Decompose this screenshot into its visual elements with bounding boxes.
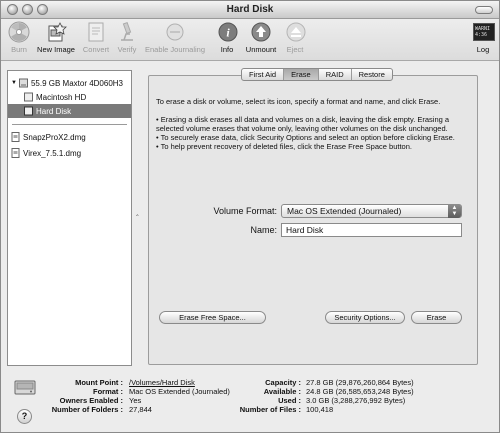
eject-icon bbox=[283, 21, 309, 43]
help-icon: ? bbox=[21, 411, 28, 421]
title-bar: Hard Disk bbox=[1, 1, 499, 19]
tab-raid[interactable]: RAID bbox=[319, 69, 352, 80]
window-title: Hard Disk bbox=[226, 4, 274, 15]
verify-button[interactable]: Verify bbox=[114, 21, 140, 54]
number-of-files-value: 100,418 bbox=[306, 405, 334, 414]
format-label: Format : bbox=[93, 387, 123, 396]
console-log-text: WARNI 4:36 bbox=[473, 23, 495, 41]
mount-point-label: Mount Point : bbox=[75, 378, 123, 387]
used-value: 3.0 GB (3,288,276,992 Bytes) bbox=[306, 396, 406, 405]
image-item-snapzprox2[interactable]: SnapzProX2.dmg bbox=[8, 130, 131, 144]
radiation-disc-icon bbox=[6, 21, 32, 43]
toolbar: Burn New Image Convert Verify Enable Jou… bbox=[1, 19, 499, 61]
volume-format-value: Mac OS Extended (Journaled) bbox=[287, 206, 402, 216]
format-value: Mac OS Extended (Journaled) bbox=[129, 387, 230, 396]
used-label: Used : bbox=[278, 396, 301, 405]
volume-name-field[interactable]: Hard Disk bbox=[281, 223, 462, 237]
burn-label: Burn bbox=[11, 45, 27, 54]
toolbar-toggle-button[interactable] bbox=[475, 6, 493, 14]
owners-enabled-label: Owners Enabled : bbox=[59, 396, 123, 405]
number-of-files-label: Number of Files : bbox=[239, 405, 301, 414]
help-button[interactable]: ? bbox=[17, 409, 32, 424]
instruction-item: • To help prevent recovery of deleted fi… bbox=[156, 142, 412, 151]
image-item-label: Virex_7.5.1.dmg bbox=[23, 148, 82, 158]
volume-item-macintosh-hd[interactable]: Macintosh HD bbox=[8, 90, 131, 104]
split-view-handle[interactable]: ‸ bbox=[136, 207, 139, 216]
image-item-label: SnapzProX2.dmg bbox=[23, 132, 86, 142]
unmount-button[interactable]: Unmount bbox=[243, 21, 279, 54]
erase-intro-text: To erase a disk or volume, select its ic… bbox=[156, 97, 441, 106]
volume-format-label: Volume Format: bbox=[213, 206, 277, 216]
erase-free-space-button[interactable]: Erase Free Space... bbox=[159, 311, 266, 324]
unmount-label: Unmount bbox=[245, 45, 277, 54]
tab-erase[interactable]: Erase bbox=[284, 69, 319, 80]
tab-bar: First Aid Erase RAID Restore bbox=[241, 68, 393, 81]
convert-button[interactable]: Convert bbox=[81, 21, 111, 54]
volume-item-label: Macintosh HD bbox=[36, 92, 87, 102]
available-value: 24.8 GB (26,585,653,248 Bytes) bbox=[306, 387, 414, 396]
mount-point-link[interactable]: /Volumes/Hard Disk bbox=[129, 378, 195, 387]
journaling-icon bbox=[162, 21, 188, 43]
convert-document-icon bbox=[83, 21, 109, 43]
unmount-icon bbox=[248, 21, 274, 43]
sidebar-divider bbox=[12, 124, 127, 125]
info-label: Info bbox=[220, 45, 234, 54]
erase-instructions: • Erasing a disk erases all data and vol… bbox=[156, 115, 471, 151]
number-of-folders-value: 27,844 bbox=[129, 405, 152, 414]
eject-button[interactable]: Eject bbox=[283, 21, 307, 54]
convert-label: Convert bbox=[82, 45, 110, 54]
tab-restore[interactable]: Restore bbox=[352, 69, 392, 80]
owners-enabled-value: Yes bbox=[129, 396, 142, 405]
burn-button[interactable]: Burn bbox=[5, 21, 33, 54]
new-image-button[interactable]: New Image bbox=[35, 21, 77, 54]
eject-label: Eject bbox=[286, 45, 304, 54]
disk-list[interactable]: ▼ 55.9 GB Maxtor 4D060H3 Macintosh HD Ha… bbox=[7, 70, 132, 366]
enable-journaling-button[interactable]: Enable Journaling bbox=[143, 21, 207, 54]
erase-button[interactable]: Erase bbox=[411, 311, 462, 324]
hard-drive-icon bbox=[18, 78, 28, 88]
enable-journaling-label: Enable Journaling bbox=[144, 45, 206, 54]
name-label: Name: bbox=[250, 225, 277, 235]
disk-item-maxtor[interactable]: ▼ 55.9 GB Maxtor 4D060H3 bbox=[8, 76, 131, 90]
volume-item-label: Hard Disk bbox=[36, 106, 72, 116]
number-of-folders-label: Number of Folders : bbox=[51, 405, 123, 414]
volume-info-bar: ? Mount Point : /Volumes/Hard Disk Forma… bbox=[1, 371, 499, 432]
popup-arrows-icon: ▲ ▼ bbox=[448, 204, 461, 218]
console-log-icon: WARNI 4:36 bbox=[471, 21, 497, 43]
disk-image-icon bbox=[11, 132, 20, 142]
security-options-button[interactable]: Security Options... bbox=[325, 311, 405, 324]
verify-label: Verify bbox=[117, 45, 137, 54]
available-label: Available : bbox=[263, 387, 301, 396]
info-button[interactable]: i Info bbox=[215, 21, 239, 54]
disk-image-icon bbox=[11, 148, 20, 158]
volume-icon bbox=[24, 92, 33, 102]
capacity-value: 27.8 GB (29,876,260,864 Bytes) bbox=[306, 378, 414, 387]
disk-utility-window: Hard Disk Burn New Image Convert Verify … bbox=[0, 0, 500, 433]
hard-drive-icon bbox=[14, 380, 36, 395]
new-image-icon bbox=[43, 21, 69, 43]
log-label: Log bbox=[476, 45, 490, 54]
volume-item-hard-disk[interactable]: Hard Disk bbox=[8, 104, 131, 118]
instruction-item: • To securely erase data, click Security… bbox=[156, 133, 455, 142]
microscope-icon bbox=[114, 21, 140, 43]
image-item-virex[interactable]: Virex_7.5.1.dmg bbox=[8, 146, 131, 160]
volume-format-popup[interactable]: Mac OS Extended (Journaled) ▲ ▼ bbox=[281, 204, 462, 218]
volume-icon bbox=[24, 106, 33, 116]
tab-first-aid[interactable]: First Aid bbox=[242, 69, 285, 80]
new-image-label: New Image bbox=[37, 45, 75, 54]
instruction-item: • Erasing a disk erases all data and vol… bbox=[156, 115, 450, 133]
log-button[interactable]: WARNI 4:36 Log bbox=[471, 21, 495, 54]
disk-item-label: 55.9 GB Maxtor 4D060H3 bbox=[30, 78, 123, 88]
capacity-label: Capacity : bbox=[265, 378, 301, 387]
info-icon: i bbox=[215, 21, 241, 43]
disclosure-triangle-icon[interactable]: ▼ bbox=[11, 80, 17, 86]
